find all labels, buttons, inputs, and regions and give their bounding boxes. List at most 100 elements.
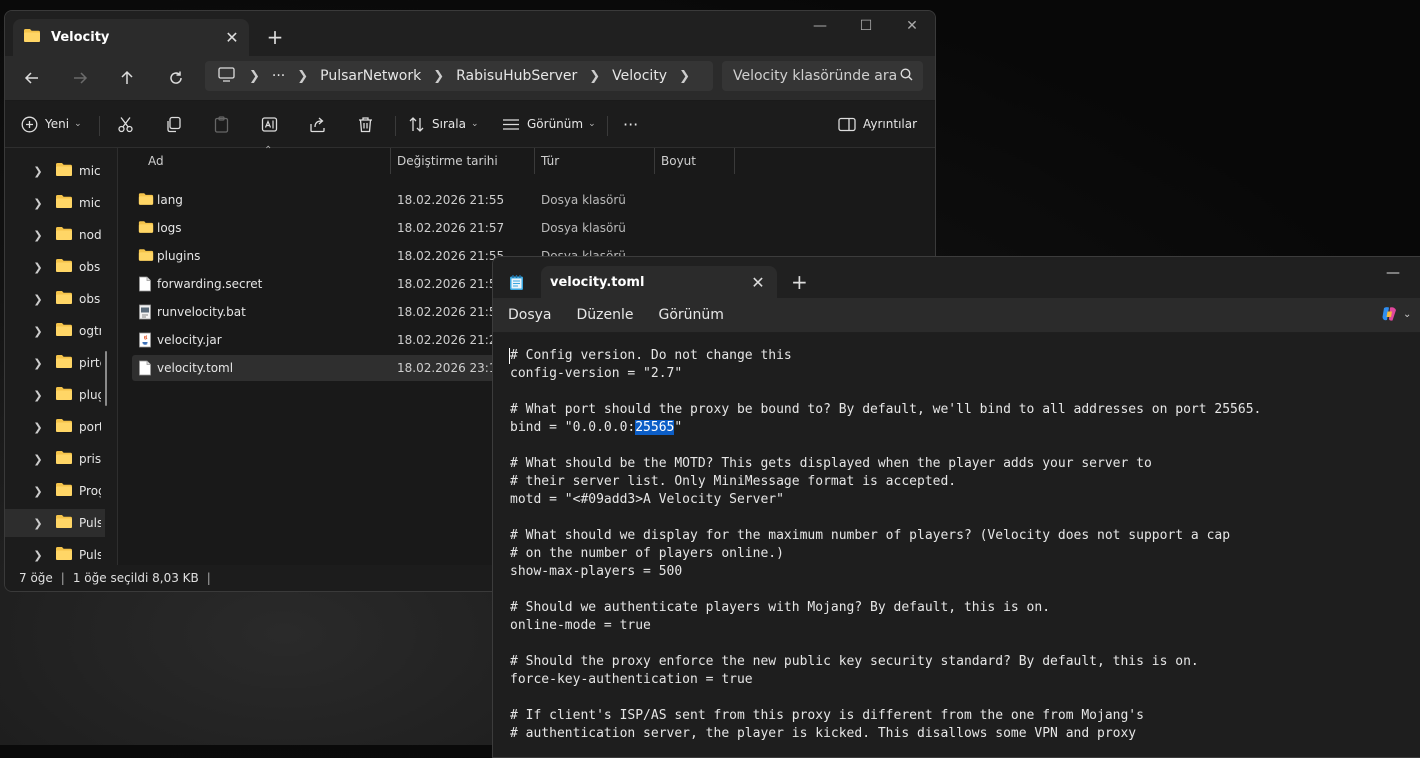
file-row[interactable]: logs 18.02.2026 21:57 Dosya klasörü (132, 215, 935, 241)
folder-icon (55, 482, 73, 500)
sidebar-folder-item[interactable]: ❯ port (5, 413, 105, 441)
chevron-right-icon[interactable]: ❯ (31, 293, 45, 306)
breadcrumb-item[interactable]: PulsarNetwork (320, 68, 421, 84)
file-row[interactable]: lang 18.02.2026 21:55 Dosya klasörü (132, 187, 935, 213)
scrollbar[interactable] (105, 351, 107, 406)
breadcrumb-overflow[interactable]: ··· (272, 68, 285, 84)
command-bar: Yeni ⌄ Sırala ⌄ Görünüm ⌄ ··· Ayrıntılar (5, 101, 935, 148)
folder-icon (55, 194, 73, 212)
chevron-down-icon: ⌄ (588, 119, 596, 129)
sidebar-folder-item[interactable]: ❯ Puls (5, 509, 105, 537)
refresh-icon[interactable] (161, 63, 191, 93)
close-tab-icon[interactable]: ✕ (221, 27, 243, 49)
search-icon (900, 67, 913, 85)
sidebar-folder-item[interactable]: ❯ plug (5, 381, 105, 409)
paste-button[interactable] (213, 109, 230, 139)
forward-icon[interactable] (65, 63, 95, 93)
notepad-titlebar: velocity.toml ✕ + — (493, 257, 1420, 298)
file-name: plugins (157, 249, 201, 263)
chevron-right-icon[interactable]: ❯ (31, 453, 45, 466)
file-icon (138, 276, 152, 295)
details-button[interactable]: Ayrıntılar (838, 109, 917, 139)
batch-file-icon (138, 304, 152, 323)
file-name: logs (157, 221, 182, 235)
sidebar-folder-item[interactable]: ❯ pirtc (5, 349, 105, 377)
column-separator[interactable] (534, 148, 535, 174)
column-separator[interactable] (390, 148, 391, 174)
chevron-right-icon[interactable]: ❯ (31, 261, 45, 274)
minimize-icon[interactable]: — (1373, 262, 1413, 284)
column-header-modified[interactable]: Değiştirme tarihi (397, 148, 498, 174)
chevron-right-icon[interactable]: ❯ (31, 485, 45, 498)
sidebar-folder-item[interactable]: ❯ Puls (5, 541, 105, 565)
close-window-icon[interactable]: ✕ (889, 11, 935, 41)
file-name: velocity.jar (157, 333, 222, 347)
sidebar-folder-item[interactable]: ❯ prisr (5, 445, 105, 473)
rename-button[interactable] (261, 109, 278, 139)
sidebar-folder-item[interactable]: ❯ obsi (5, 285, 105, 313)
folder-icon (138, 220, 154, 237)
sort-button[interactable]: Sırala ⌄ (408, 109, 478, 139)
file-date: 18.02.2026 21:25 (397, 333, 505, 347)
share-button[interactable] (309, 109, 326, 139)
chevron-right-icon[interactable]: ❯ (31, 549, 45, 562)
view-button[interactable]: Görünüm ⌄ (502, 109, 596, 139)
chevron-right-icon[interactable]: ❯ (31, 325, 45, 338)
folder-icon (55, 546, 73, 564)
plus-circle-icon (21, 116, 38, 132)
explorer-tab[interactable]: Velocity ✕ (13, 19, 249, 56)
file-date: 18.02.2026 21:55 (397, 249, 505, 263)
notepad-tab-title: velocity.toml (550, 274, 645, 290)
chevron-right-icon[interactable]: ❯ (31, 517, 45, 530)
sidebar-folder-item[interactable]: ❯ micr (5, 189, 105, 217)
menu-edit[interactable]: Düzenle (566, 307, 645, 323)
chevron-right-icon[interactable]: ❯ (31, 229, 45, 242)
chevron-right-icon[interactable]: ❯ (31, 357, 45, 370)
maximize-icon[interactable]: ☐ (843, 11, 889, 41)
cut-button[interactable] (117, 109, 134, 139)
chevron-right-icon[interactable]: ❯ (679, 69, 690, 84)
new-button[interactable]: Yeni ⌄ (21, 109, 82, 139)
close-tab-icon[interactable]: ✕ (747, 271, 769, 293)
delete-button[interactable] (357, 109, 374, 139)
menu-file[interactable]: Dosya (497, 307, 563, 323)
chevron-right-icon[interactable]: ❯ (31, 421, 45, 434)
more-options-icon[interactable]: ··· (623, 109, 638, 139)
chevron-right-icon[interactable]: ❯ (31, 197, 45, 210)
selected-text: 25565 (635, 420, 675, 435)
address-bar[interactable]: ❯ ··· ❯ PulsarNetwork ❯ RabisuHubServer … (205, 61, 713, 91)
new-tab-icon[interactable]: + (791, 270, 808, 294)
chevron-down-icon: ⌄ (470, 119, 479, 129)
column-header-type[interactable]: Tür (541, 148, 559, 174)
new-tab-icon[interactable]: + (263, 25, 287, 49)
menu-bar: Dosya Düzenle Görünüm (493, 298, 1420, 333)
chevron-right-icon[interactable]: ❯ (31, 389, 45, 402)
text-editor[interactable]: # Config version. Do not change this con… (493, 333, 1420, 757)
column-separator[interactable] (654, 148, 655, 174)
copy-button[interactable] (165, 109, 182, 139)
sidebar-folder-label: Puls (79, 548, 101, 562)
file-date: 18.02.2026 23:18 (397, 361, 505, 375)
minimize-icon[interactable]: — (797, 11, 843, 41)
back-icon[interactable] (17, 63, 47, 93)
sidebar-folder-item[interactable]: ❯ obs (5, 253, 105, 281)
notepad-tab[interactable]: velocity.toml ✕ (541, 266, 777, 298)
sidebar-folder-item[interactable]: ❯ ogtr (5, 317, 105, 345)
up-icon[interactable] (112, 63, 142, 93)
sidebar-folder-item[interactable]: ❯ Prog (5, 477, 105, 505)
sidebar-folder-label: ogtr (79, 324, 101, 338)
column-separator[interactable] (734, 148, 735, 174)
search-input[interactable]: Velocity klasöründe ara (722, 61, 923, 91)
sidebar-folder-item[interactable]: ❯ nod (5, 221, 105, 249)
chevron-right-icon[interactable]: ❯ (31, 165, 45, 178)
chevron-down-icon: ⌄ (74, 119, 82, 129)
sidebar-folder-item[interactable]: ❯ micr (5, 157, 105, 185)
breadcrumb-item[interactable]: Velocity (612, 68, 667, 84)
breadcrumb-item[interactable]: RabisuHubServer (456, 68, 577, 84)
column-header-size[interactable]: Boyut (661, 148, 696, 174)
column-header-name[interactable]: Ad (148, 148, 164, 174)
file-date: 18.02.2026 21:57 (397, 221, 505, 235)
copilot-button[interactable]: ⌄ (1381, 306, 1411, 322)
folder-icon (55, 322, 73, 340)
menu-view[interactable]: Görünüm (648, 307, 735, 323)
